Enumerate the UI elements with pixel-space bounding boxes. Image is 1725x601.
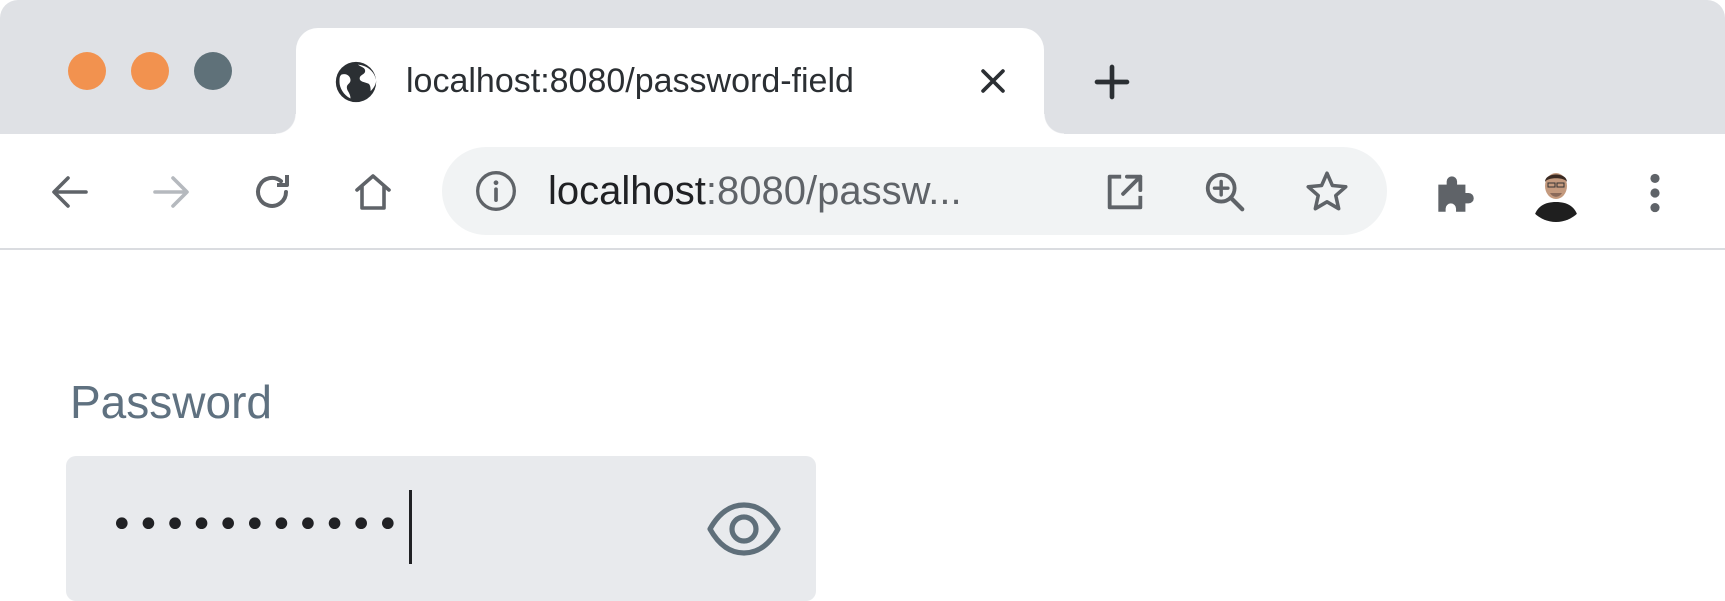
tab-title: localhost:8080/password-field (406, 62, 854, 100)
arrow-left-icon[interactable] (46, 168, 94, 216)
window-maximize-button[interactable] (194, 52, 232, 90)
text-caret (408, 490, 412, 564)
vertical-dots-icon[interactable] (1640, 168, 1670, 218)
password-dots: ••••••••••• (110, 502, 403, 548)
tab-strip: localhost:8080/password-field (0, 0, 1725, 134)
globe-icon (335, 61, 377, 103)
page-content: Password ••••••••••• (0, 250, 1725, 601)
eye-icon[interactable] (706, 501, 782, 557)
address-bar[interactable]: localhost:8080/passw... (442, 147, 1387, 235)
zoom-in-icon[interactable] (1202, 169, 1248, 215)
info-icon[interactable] (474, 169, 518, 213)
password-field[interactable]: ••••••••••• (66, 456, 816, 601)
arrow-right-icon[interactable] (147, 168, 195, 216)
url-path: :8080/passw... (705, 169, 962, 213)
password-input-value[interactable]: ••••••••••• (110, 490, 412, 564)
open-in-new-icon[interactable] (1102, 169, 1148, 215)
url-host: localhost (548, 169, 706, 213)
home-icon[interactable] (349, 168, 397, 216)
puzzle-piece-icon[interactable] (1430, 168, 1480, 218)
avatar-image (1525, 160, 1587, 222)
reload-icon[interactable] (248, 168, 296, 216)
window-close-button[interactable] (68, 52, 106, 90)
url-text[interactable]: localhost:8080/passw... (548, 165, 962, 217)
tab-active[interactable]: localhost:8080/password-field (276, 28, 1064, 134)
profile-avatar[interactable] (1525, 160, 1587, 222)
plus-icon[interactable] (1092, 62, 1132, 102)
star-icon[interactable] (1302, 167, 1352, 217)
password-label: Password (70, 376, 272, 428)
close-icon[interactable] (976, 64, 1010, 98)
window-minimize-button[interactable] (131, 52, 169, 90)
browser-window: localhost:8080/password-field localhost:… (0, 0, 1725, 601)
browser-toolbar: localhost:8080/passw... (0, 134, 1725, 250)
